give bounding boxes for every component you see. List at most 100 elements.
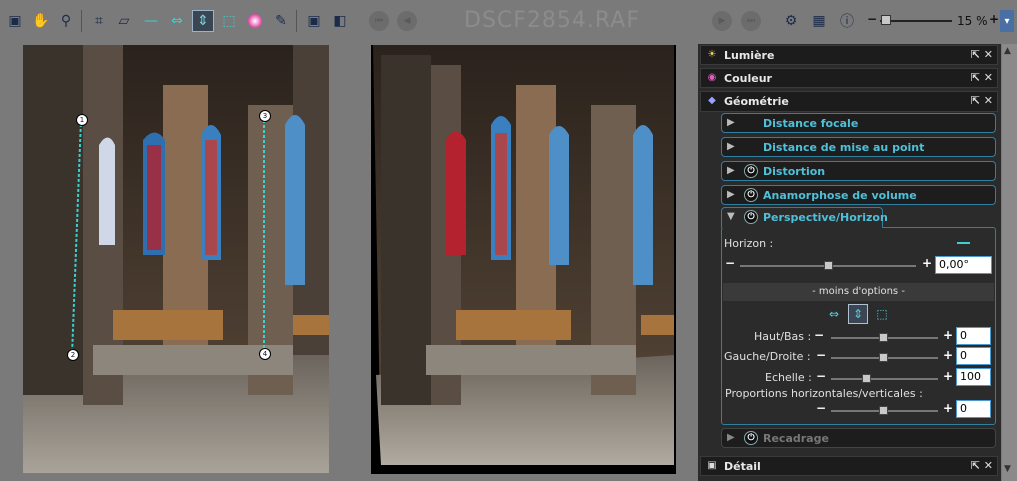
zoom-dropdown-icon[interactable]: ▾ [1000, 10, 1014, 32]
guide-point-4[interactable]: 4 [259, 348, 271, 360]
horizontal-perspective-icon[interactable]: ⇔ [824, 304, 844, 324]
power-icon[interactable]: ⏻ [744, 431, 758, 445]
eraser-icon[interactable]: ▱ [113, 10, 135, 32]
tool-distance-mise-au-point[interactable]: ▶ Distance de mise au point [721, 137, 996, 157]
haut-bas-label: Haut/Bas : [754, 330, 812, 343]
proportions-plus-icon[interactable]: + [943, 401, 953, 415]
expand-arrow-icon: ▶ [727, 165, 735, 176]
haut-bas-value-field[interactable]: 0 [956, 327, 991, 345]
zoom-slider-thumb[interactable] [881, 15, 891, 25]
tool-recadrage-label: Recadrage [763, 432, 829, 445]
haut-bas-slider-thumb[interactable] [879, 333, 888, 342]
before-icon[interactable]: ▣ [303, 10, 325, 32]
last-image-icon[interactable]: ⏭ [741, 11, 761, 31]
proportions-slider-thumb[interactable] [879, 406, 888, 415]
settings-icon[interactable]: ⚙ [780, 10, 802, 32]
echelle-minus-icon[interactable]: − [816, 369, 826, 383]
less-options-button[interactable]: - moins d'options - [723, 283, 994, 301]
after-icon[interactable]: ◧ [329, 10, 351, 32]
file-title: DSCF2854.RAF [464, 8, 641, 33]
tool-distortion[interactable]: ▶ ⏻ Distortion [721, 161, 996, 181]
eyedropper-icon[interactable]: ✎ [270, 10, 292, 32]
zoom-out-icon[interactable]: − [867, 12, 877, 26]
panel-geometrie[interactable]: ◆ Géométrie ⇱ ✕ [700, 91, 998, 112]
echelle-slider-thumb[interactable] [862, 374, 871, 383]
panel-lumiere-label: Lumière [724, 49, 775, 62]
panel-geometrie-controls[interactable]: ⇱ ✕ [971, 94, 993, 107]
zoom-in-icon[interactable]: + [989, 12, 999, 26]
panel-geometrie-label: Géométrie [724, 95, 789, 108]
horizon-slider-thumb[interactable] [824, 261, 833, 270]
echelle-plus-icon[interactable]: + [943, 369, 953, 383]
scroll-down-icon[interactable]: ▼ [1004, 464, 1011, 474]
gauche-droite-value-field[interactable]: 0 [956, 347, 991, 365]
zoom-value: 15 % [957, 14, 988, 28]
horizon-plus-icon[interactable]: + [922, 256, 932, 270]
panel-detail[interactable]: ▣ Détail ⇱ ✕ [700, 456, 998, 476]
first-image-icon[interactable]: ⏮ [369, 11, 389, 31]
panel-scrollbar[interactable]: ▲ ▼ [1002, 44, 1017, 481]
hand-icon[interactable]: ✋ [30, 10, 52, 32]
detail-icon: ▣ [707, 460, 717, 471]
gauche-droite-plus-icon[interactable]: + [943, 348, 953, 362]
horizon-minus-icon[interactable]: − [725, 256, 735, 270]
haut-bas-plus-icon[interactable]: + [943, 328, 953, 342]
guide-point-3[interactable]: 3 [259, 110, 271, 122]
previous-image-icon[interactable]: ◀ [397, 11, 417, 31]
vertical-perspective-icon[interactable]: ⇕ [848, 304, 868, 324]
tool-recadrage[interactable]: ▶ ⏻ Recadrage [721, 428, 996, 448]
separator [81, 10, 82, 32]
tool-distance-focale[interactable]: ▶ Distance focale [721, 113, 996, 133]
proportions-minus-icon[interactable]: − [816, 401, 826, 415]
expand-arrow-icon: ▶ [727, 189, 735, 200]
grid-icon[interactable]: ▦ [808, 10, 830, 32]
gauche-droite-label: Gauche/Droite : [724, 350, 811, 363]
scroll-up-icon[interactable]: ▲ [1004, 46, 1011, 56]
toolbar: ▣ ✋ ⚲ ⌗ ▱ — ⇔ ⇕ ⬚ ✎ ▣ ◧ ⏮ ◀ DSCF2854.RAF… [0, 0, 1017, 44]
color-wheel-icon[interactable] [244, 10, 266, 32]
power-icon[interactable]: ⏻ [744, 210, 758, 224]
horizon-value-field[interactable]: 0,00° [935, 256, 992, 274]
gauche-droite-minus-icon[interactable]: − [816, 348, 826, 362]
proportions-label: Proportions horizontales/verticales : [725, 387, 923, 400]
tool-perspective[interactable]: ▼ ⏻ Perspective/Horizon [721, 207, 888, 228]
collapse-arrow-icon: ▼ [727, 211, 735, 222]
info-icon[interactable]: ⓘ [836, 10, 858, 32]
proportions-value-field[interactable]: 0 [956, 400, 991, 418]
full-perspective-icon[interactable]: ⬚ [872, 304, 892, 324]
full-perspective-icon[interactable]: ⬚ [218, 10, 240, 32]
panel-couleur[interactable]: ◉ Couleur ⇱ ✕ [700, 68, 998, 88]
tool-distance-focale-label: Distance focale [763, 117, 859, 130]
corrected-image[interactable] [371, 45, 676, 474]
horizon-line-icon [957, 242, 970, 244]
panel-detail-label: Détail [724, 460, 761, 473]
haut-bas-minus-icon[interactable]: − [814, 328, 824, 342]
crop-icon[interactable]: ⌗ [88, 10, 110, 32]
color-icon: ◉ [707, 72, 717, 83]
echelle-slider[interactable] [831, 378, 938, 380]
panel-lumiere[interactable]: ☀ Lumière ⇱ ✕ [700, 45, 998, 65]
power-icon[interactable]: ⏻ [744, 164, 758, 178]
vertical-perspective-icon[interactable]: ⇕ [192, 10, 214, 32]
guide-point-2[interactable]: 2 [67, 349, 79, 361]
expand-arrow-icon: ▶ [727, 432, 735, 443]
gauche-droite-slider-thumb[interactable] [879, 353, 888, 362]
horizontal-perspective-icon[interactable]: ⇔ [166, 10, 188, 32]
echelle-value-field[interactable]: 100 [956, 368, 991, 386]
next-image-icon[interactable]: ▶ [712, 11, 732, 31]
panel-couleur-controls[interactable]: ⇱ ✕ [971, 71, 993, 84]
tool-perspective-label: Perspective/Horizon [763, 211, 888, 224]
original-image[interactable]: 1 2 3 4 [23, 45, 329, 473]
guide-point-1[interactable]: 1 [76, 114, 88, 126]
view-icon[interactable]: ▣ [4, 10, 26, 32]
panel-lumiere-controls[interactable]: ⇱ ✕ [971, 48, 993, 61]
horizon-line-icon[interactable]: — [140, 10, 162, 32]
tool-anamorphose[interactable]: ▶ ⏻ Anamorphose de volume [721, 185, 996, 205]
tool-distance-mise-au-point-label: Distance de mise au point [763, 141, 925, 154]
panel-couleur-label: Couleur [724, 72, 772, 85]
panel-detail-controls[interactable]: ⇱ ✕ [971, 459, 993, 472]
zoom-icon[interactable]: ⚲ [55, 10, 77, 32]
separator [296, 10, 297, 32]
geometry-icon: ◆ [708, 95, 716, 106]
power-icon[interactable]: ⏻ [744, 188, 758, 202]
